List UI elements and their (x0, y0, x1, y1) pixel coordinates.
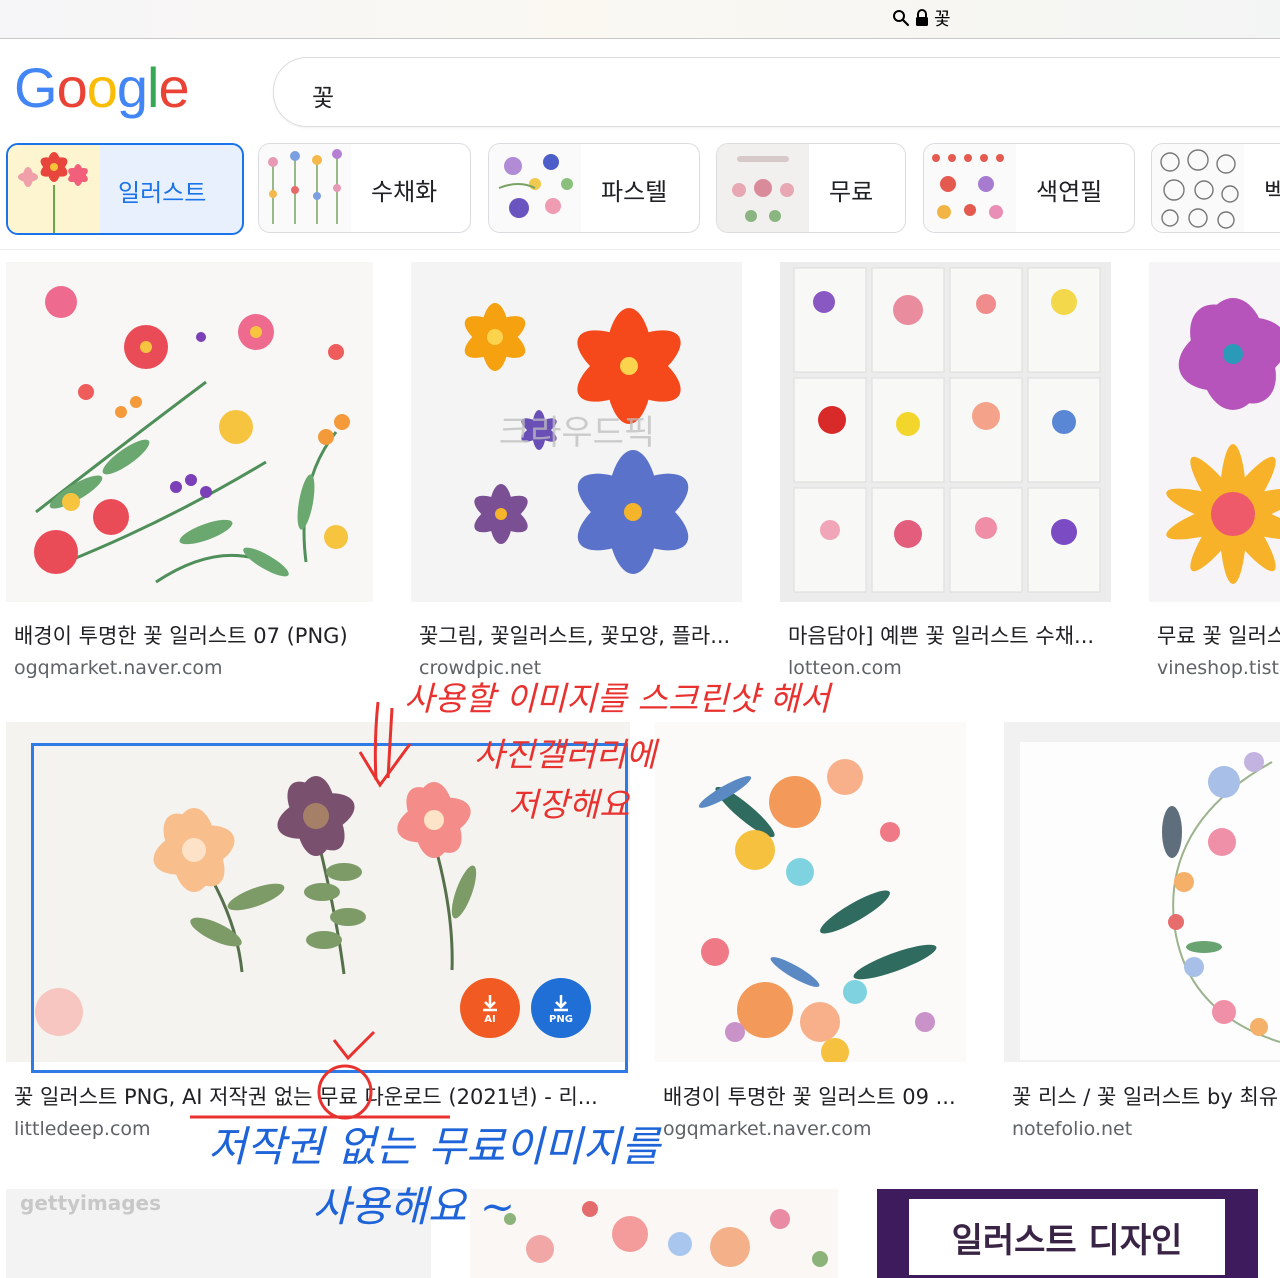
chip-label: 색연필 (1036, 178, 1103, 206)
url-text: 꽃 (934, 9, 951, 30)
logo-letter: o (86, 56, 118, 119)
result-title[interactable]: 배경이 투명한 꽃 일러스트 07 (PNG) (14, 620, 389, 650)
chip-label: 수채화 (371, 178, 438, 206)
logo-letter: G (14, 56, 58, 119)
annotation-blue-line-2: 사용해요 ~ (312, 1182, 516, 1231)
chip-label: 일러스트 (118, 179, 207, 207)
header-divider (0, 249, 1280, 250)
chip-free[interactable]: 무료 (716, 143, 906, 233)
result-source[interactable]: lotteon.com (788, 657, 1128, 679)
watermark-text: 크라우드픽 (499, 413, 655, 453)
result-image[interactable]: 크라우드픽 (411, 262, 742, 602)
search-query: 꽃 (312, 84, 335, 112)
chip-illust[interactable]: 일러스트 (6, 143, 244, 235)
logo-letter: l (147, 56, 159, 119)
result-title[interactable]: 무료 꽃 일러스 (1157, 620, 1280, 650)
chip-more[interactable]: 벡 (1151, 143, 1280, 233)
chip-label: 무료 (829, 178, 874, 206)
result-image[interactable] (470, 1189, 838, 1278)
browser-top-bar: 꽃 (0, 0, 1280, 39)
address-bar[interactable]: 꽃 (892, 6, 951, 30)
chip-thumbnail (717, 144, 809, 232)
result-image[interactable] (655, 722, 966, 1062)
search-input[interactable]: 꽃 (273, 57, 1280, 127)
result-source[interactable]: crowdpic.net (419, 657, 749, 679)
result-source[interactable]: vineshop.tist (1157, 657, 1280, 679)
chip-pastel[interactable]: 파스텔 (488, 143, 700, 233)
result-image[interactable]: 일러스트 디자인 (877, 1189, 1258, 1278)
search-icon (893, 10, 910, 27)
logo-letter: e (158, 56, 189, 119)
chip-label: 벡 (1264, 172, 1280, 207)
result-image[interactable] (6, 262, 373, 602)
chip-label: 파스텔 (601, 178, 668, 206)
result-image[interactable] (1004, 722, 1280, 1062)
watermark-text: gettyimages (20, 1191, 162, 1215)
result-title[interactable]: 꽃 리스 / 꽃 일러스트 by 최유 (1012, 1081, 1280, 1111)
banner-inner: 일러스트 디자인 (909, 1199, 1225, 1275)
result-title[interactable]: 꽃그림, 꽃일러스트, 꽃모양, 플라... (419, 620, 749, 650)
chip-thumbnail (1152, 144, 1244, 232)
lock-icon (916, 9, 928, 26)
annotation-red-line-2: 사진갤러리에 (474, 735, 657, 774)
annotation-red-line-1: 사용할 이미지를 스크린샷 해서 (404, 679, 831, 718)
annotation-red-line-3: 저장해요 (508, 785, 630, 824)
chip-thumbnail (8, 145, 100, 233)
google-logo[interactable]: Google (14, 56, 190, 119)
result-image[interactable] (780, 262, 1111, 602)
chip-colored-pencil[interactable]: 색연필 (923, 143, 1135, 233)
chip-thumbnail (924, 144, 1016, 232)
annotation-blue-line-1: 저작권 없는 무료이미지를 (208, 1122, 660, 1171)
chip-thumbnail (489, 144, 581, 232)
result-source[interactable]: ogqmarket.naver.com (14, 657, 389, 679)
result-source[interactable]: notefolio.net (1012, 1118, 1280, 1140)
result-title[interactable]: 마음담아] 예쁜 꽃 일러스트 수채... (788, 620, 1128, 650)
logo-letter: o (56, 56, 88, 119)
chip-watercolor[interactable]: 수채화 (258, 143, 471, 233)
result-title[interactable]: 배경이 투명한 꽃 일러스트 09 ... (663, 1081, 973, 1111)
result-title[interactable]: 꽃 일러스트 PNG, AI 저작권 없는 무료 다운로드 (2021년) - … (14, 1081, 614, 1111)
logo-letter: g (116, 56, 148, 119)
result-source[interactable]: ogqmarket.naver.com (663, 1118, 973, 1140)
result-image[interactable] (1149, 262, 1280, 602)
chip-thumbnail (259, 144, 351, 232)
banner-text: 일러스트 디자인 (951, 1221, 1183, 1261)
